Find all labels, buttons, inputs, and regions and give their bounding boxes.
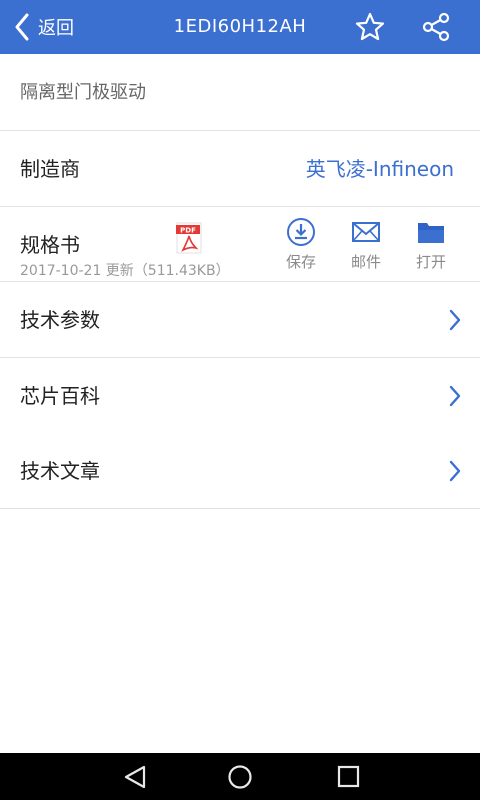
chevron-right-icon [449, 460, 461, 482]
menu-item-label: 技术文章 [20, 459, 100, 483]
folder-icon [418, 223, 444, 243]
page-title: 1EDI60H12AH [173, 16, 307, 37]
favorite-star-icon[interactable] [354, 11, 386, 43]
email-button[interactable]: 邮件 [341, 217, 391, 272]
menu-item-tech-articles[interactable]: 技术文章 [0, 433, 480, 509]
top-app-bar: 返回 1EDI60H12AH [0, 0, 480, 54]
manufacturer-link[interactable]: 英飞凌-Infineon [306, 131, 454, 207]
chevron-right-icon [449, 309, 461, 331]
chevron-right-icon [449, 385, 461, 407]
description-row: 隔离型门极驱动 [0, 54, 480, 131]
nav-home-icon[interactable] [225, 763, 255, 791]
email-label: 邮件 [350, 253, 381, 271]
pdf-icon: PDF [176, 222, 202, 254]
manufacturer-label: 制造商 [20, 157, 80, 181]
menu-item-label: 芯片百科 [20, 384, 100, 408]
svg-text:PDF: PDF [180, 227, 196, 235]
menu-item-label: 技术参数 [20, 308, 100, 332]
nav-recents-icon[interactable] [333, 763, 363, 791]
share-icon[interactable] [420, 11, 452, 43]
menu-item-chip-wiki[interactable]: 芯片百科 [0, 358, 480, 434]
menu-item-tech-params[interactable]: 技术参数 [0, 282, 480, 358]
mail-icon [352, 222, 380, 242]
save-button[interactable]: 保存 [276, 217, 326, 272]
manufacturer-row: 制造商 英飞凌-Infineon [0, 131, 480, 207]
datasheet-label: 规格书 [20, 233, 80, 257]
open-label: 打开 [415, 253, 446, 271]
system-navigation-bar [0, 753, 480, 800]
open-button[interactable]: 打开 [406, 217, 456, 272]
datasheet-update-info: 2017-10-21 更新（511.43KB） [20, 263, 230, 279]
download-icon [287, 218, 315, 246]
part-description: 隔离型门极驱动 [20, 82, 146, 103]
save-label: 保存 [285, 253, 316, 271]
nav-back-icon[interactable] [120, 763, 150, 791]
